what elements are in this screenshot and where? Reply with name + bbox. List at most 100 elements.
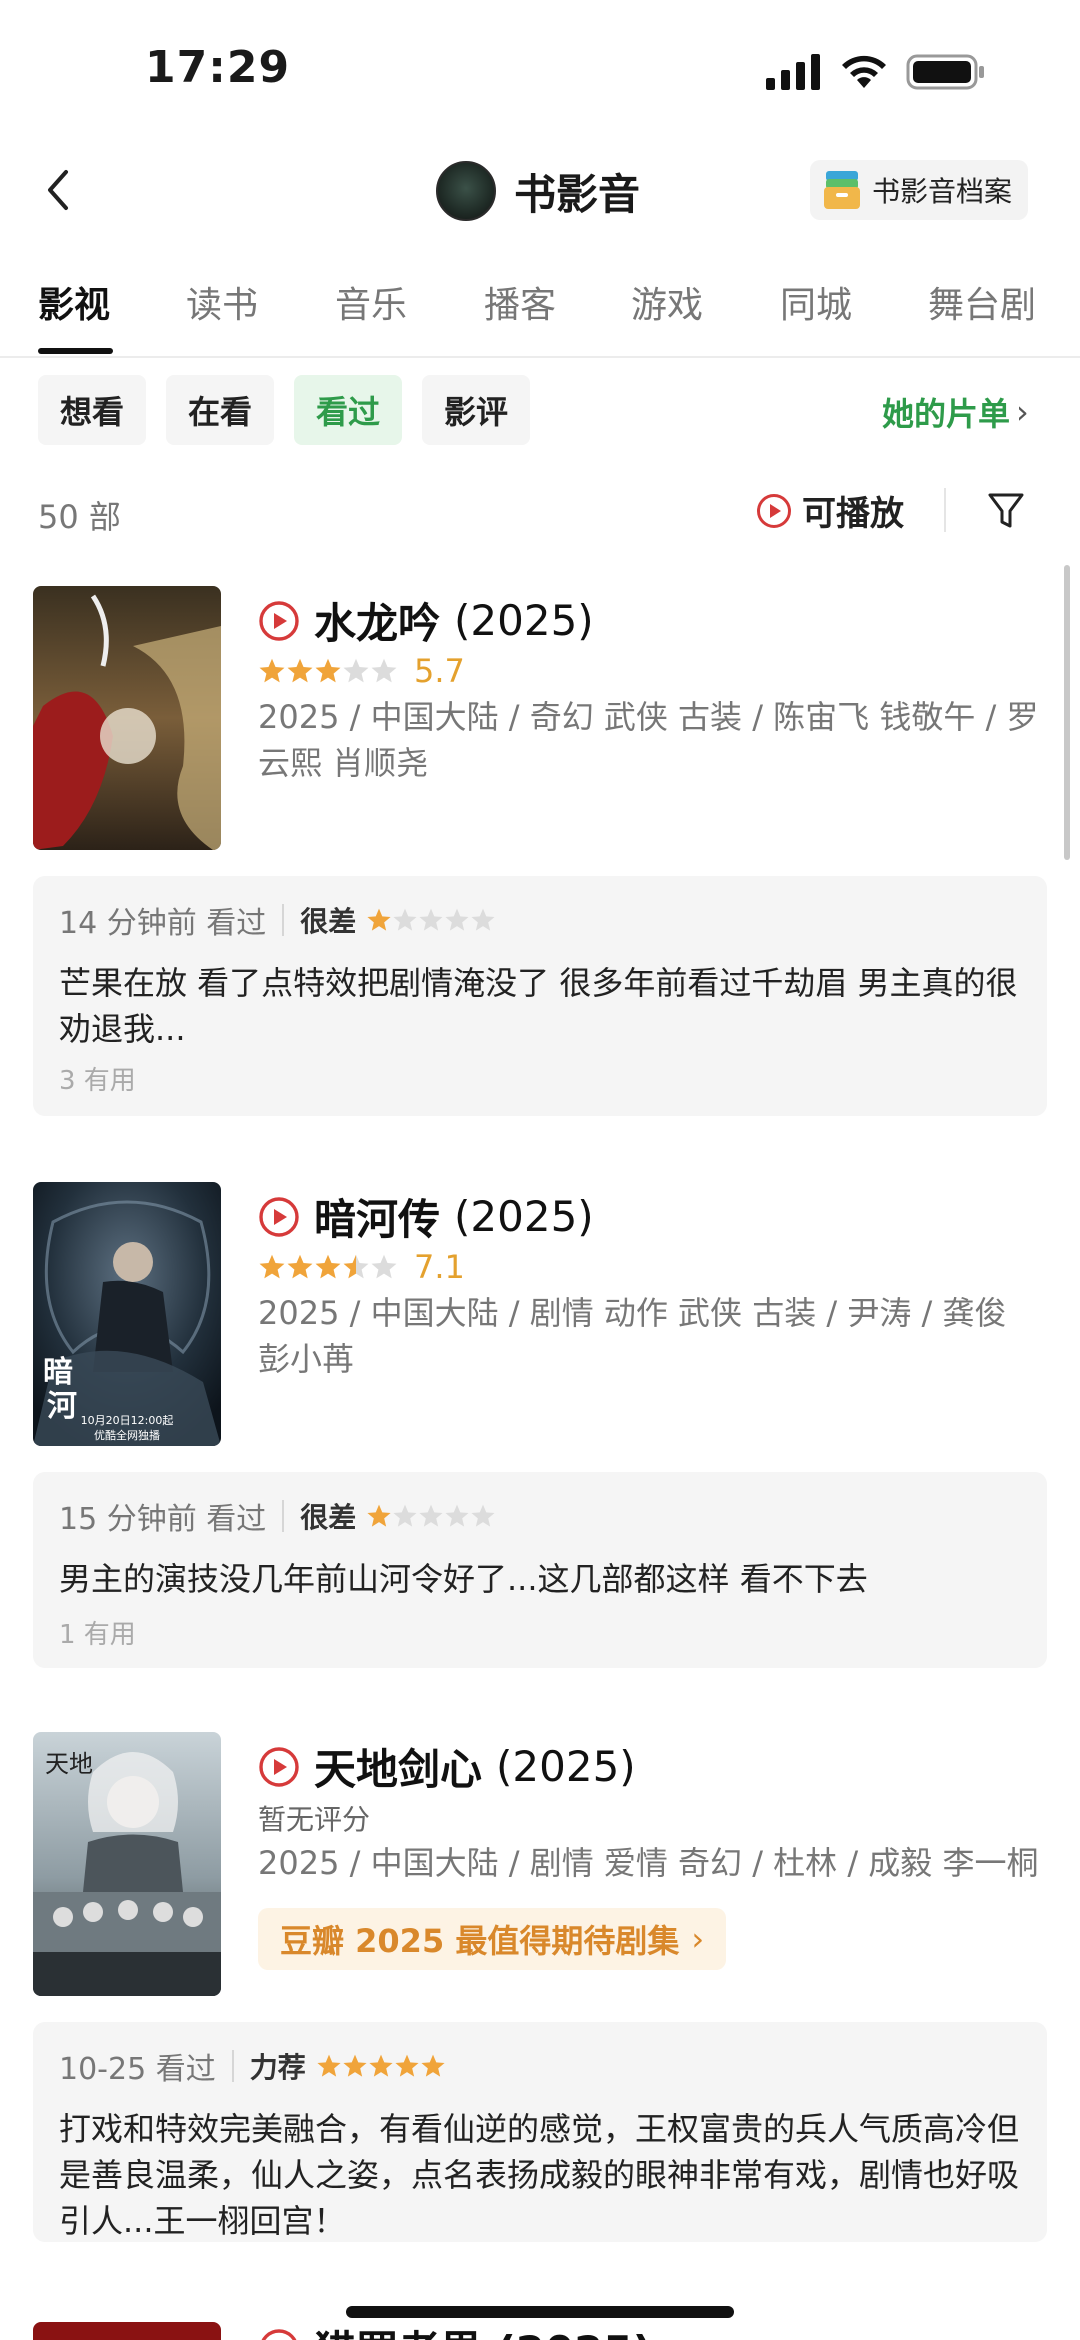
divider [944,488,946,532]
her-list-link[interactable]: 她的片单 › [882,389,1029,435]
tab-books[interactable]: 读书 [186,276,258,328]
divider [282,1500,285,1532]
filter-funnel-icon[interactable] [986,490,1026,532]
review-stars [366,907,496,933]
tab-games[interactable]: 游戏 [631,276,703,328]
review-stars [366,1503,496,1529]
chip-reviews[interactable]: 影评 [422,375,530,445]
movie-meta: 2025 / 中国大陆 / 剧情 爱情 奇幻 / 杜林 / 成毅 李一桐 [258,1844,1039,1882]
review-card[interactable]: 10-25 看过 力荐 打戏和特效完美融合，有看仙逆的感觉，王权富贵的兵人气质高… [33,2022,1047,2242]
divider [282,904,285,936]
poster-image[interactable] [33,2322,221,2340]
movie-item[interactable]: 水龙吟 (2025) 5.7 2025 / 中国大陆 / 奇幻 武侠 古装 / … [0,586,1080,1126]
movie-rating: 5.7 [258,652,465,690]
profile-title: 书影音 [436,160,640,222]
movie-year: (2025) [454,1192,594,1241]
play-circle-icon [757,493,791,528]
movie-item[interactable]: 天地 天地剑心 (2025) 暂无评分 2025 / 中国大陆 / 剧情 爱情 … [0,1732,1080,2242]
review-card[interactable]: 15 分钟前 看过 很差 男主的演技没几年前山河令好了...这几部都这样 看不下… [33,1472,1047,1668]
category-tabs: 影视 读书 音乐 播客 游戏 同城 舞台剧 [0,268,1080,358]
review-header: 15 分钟前 看过 很差 [59,1494,496,1538]
tab-film[interactable]: 影视 [38,276,110,328]
chevron-right-icon: › [1016,393,1029,431]
ranking-badge[interactable]: 豆瓣 2025 最值得期待剧集 › [258,1908,727,1970]
useful-count[interactable]: 1 有用 [59,1614,136,1651]
review-text: 打戏和特效完美融合，有看仙逆的感觉，王权富贵的兵人气质高冷但是善良温柔，仙人之姿… [59,2110,1020,2240]
movie-title-row[interactable]: 天地剑心 (2025) [258,1736,636,1797]
nav-bar: 书影音 书影音档案 [0,140,1080,240]
cellular-signal-icon [766,54,820,90]
star-icon [343,1254,369,1279]
tab-local[interactable]: 同城 [780,276,852,328]
ranking-badge-label: 豆瓣 2025 最值得期待剧集 [280,1922,680,1960]
star-icon [367,1504,391,1527]
tab-podcast[interactable]: 播客 [484,276,556,328]
status-filter-chips: 想看 在看 看过 影评 她的片单 › [0,375,1080,447]
star-icon [371,1254,397,1279]
movie-rating: 7.1 [258,1248,465,1286]
movie-title: 天地剑心 [314,1745,483,1794]
star-icon [259,1254,285,1279]
movie-item[interactable]: 暗 河 10月20日12:00起 优酷全网独播 暗河传 (2025) 7.1 2… [0,1182,1080,1672]
play-circle-icon [259,1196,299,1237]
movie-year: (2025) [454,596,594,645]
star-icon [343,658,369,683]
rating-stars [258,1253,398,1281]
star-icon [393,1504,417,1527]
poster-image[interactable] [33,586,221,850]
star-icon [287,1254,313,1279]
star-icon [393,908,417,931]
movie-title-row[interactable]: 暗河传 (2025) [258,1186,594,1247]
rating-stars [258,657,398,685]
avatar[interactable] [436,161,496,221]
review-header: 10-25 看过 力荐 [59,2044,446,2088]
archive-button[interactable]: 书影音档案 [810,160,1028,220]
movie-title: 水龙吟 [314,599,441,648]
poster-image[interactable]: 天地 [33,1732,221,1996]
home-indicator[interactable] [346,2306,734,2318]
movie-title-peek[interactable]: 猎罪者界 (2025) [258,2318,652,2340]
archive-label: 书影音档案 [872,175,1013,208]
review-rating-label: 很差 [300,905,357,938]
review-header: 14 分钟前 看过 很差 [59,898,496,942]
review-time: 15 分钟前 看过 [59,1502,267,1537]
chip-watching[interactable]: 在看 [166,375,274,445]
status-time: 17:29 [145,42,291,93]
playable-label: 可播放 [802,494,904,534]
star-icon [343,2054,367,2077]
play-circle-icon [259,600,299,641]
movie-title: 猎罪者界 (2025) [314,2318,652,2340]
review-rating-label: 很差 [300,1501,357,1534]
poster-caption-1: 10月20日12:00起 [81,1414,174,1427]
play-circle-icon [259,1746,299,1787]
svg-text:暗: 暗 [43,1355,73,1390]
star-icon [419,908,443,931]
playable-filter[interactable]: 可播放 [756,486,904,535]
back-icon[interactable] [36,158,86,222]
archive-box-icon [824,171,860,209]
poster-image[interactable]: 暗 河 10月20日12:00起 优酷全网独播 [33,1182,221,1446]
movie-title-row[interactable]: 水龙吟 (2025) [258,590,594,651]
star-icon [315,658,341,683]
wifi-icon [842,55,886,88]
star-icon [419,1504,443,1527]
movie-meta: 2025 / 中国大陆 / 剧情 动作 武侠 古装 / 尹涛 / 龚俊 彭小苒 [258,1294,1007,1378]
battery-icon [906,54,984,90]
chip-watched[interactable]: 看过 [294,375,402,445]
review-rating-label: 力荐 [249,2051,306,2084]
tab-music[interactable]: 音乐 [335,276,407,328]
review-card[interactable]: 14 分钟前 看过 很差 芒果在放 看了点特效把剧情淹没了 很多年前看过千劫眉 … [33,876,1047,1116]
divider [231,2050,234,2082]
review-time: 14 分钟前 看过 [59,906,267,941]
star-icon [315,1254,341,1279]
star-icon [445,1504,469,1527]
chevron-right-icon: › [691,1920,705,1958]
movie-rating: 暂无评分 [258,1798,370,1838]
svg-text:河: 河 [47,1389,77,1424]
tab-stage[interactable]: 舞台剧 [928,276,1036,328]
chip-want[interactable]: 想看 [38,375,146,445]
useful-count[interactable]: 3 有用 [59,1060,136,1097]
star-icon [369,2054,393,2077]
no-rating-text: 暂无评分 [258,1803,371,1836]
star-icon [471,1504,495,1527]
